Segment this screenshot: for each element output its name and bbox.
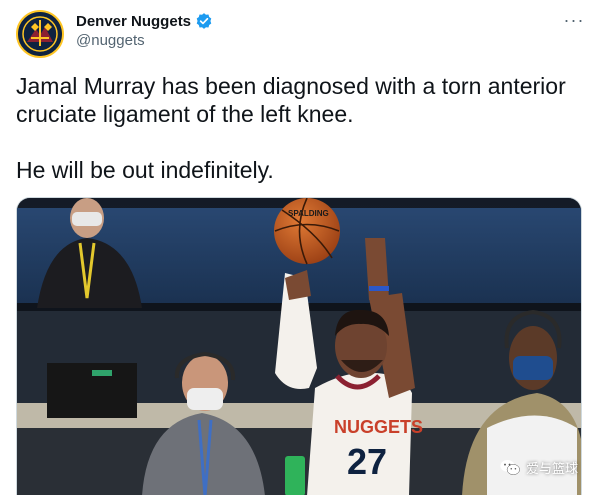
- verified-badge-icon: [196, 13, 212, 29]
- nuggets-avatar[interactable]: [16, 10, 64, 58]
- photo-jamal-murray-shooting: NUGGETS 27 SPALDING: [17, 198, 581, 495]
- author-info: Denver Nuggets @nuggets: [76, 10, 213, 49]
- tweet-text: Jamal Murray has been diagnosed with a t…: [16, 72, 581, 184]
- tweet-paragraph-1: Jamal Murray has been diagnosed with a t…: [16, 73, 566, 127]
- wechat-icon: [500, 460, 520, 475]
- ball-logo-text: SPALDING: [288, 209, 329, 218]
- more-options-button[interactable]: ···: [560, 8, 588, 32]
- tweet-card: Denver Nuggets @nuggets ··· Jamal Murray…: [0, 0, 600, 495]
- account-handle[interactable]: @nuggets: [76, 32, 213, 49]
- watermark: 爱与篮球: [500, 458, 578, 477]
- tweet-photo[interactable]: NUGGETS 27 SPALDING: [16, 197, 582, 495]
- display-name[interactable]: Denver Nuggets: [76, 13, 191, 30]
- nuggets-logo-icon: [18, 12, 62, 56]
- watermark-text: 爱与篮球: [525, 461, 578, 476]
- jersey-number: 27: [347, 441, 387, 482]
- jersey-text: NUGGETS: [334, 417, 423, 437]
- tweet-paragraph-2: He will be out indefinitely.: [16, 157, 274, 183]
